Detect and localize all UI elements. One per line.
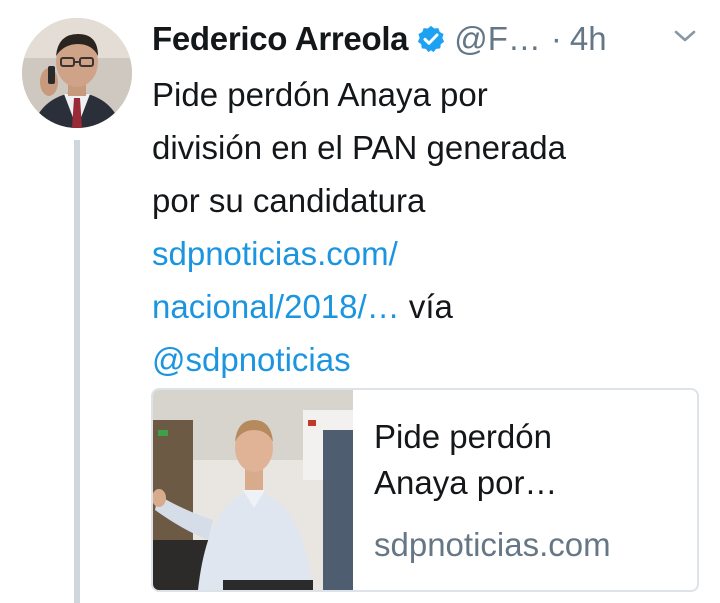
author-handle[interactable]: @F… [454, 20, 541, 58]
tweet-timestamp[interactable]: 4h [570, 20, 607, 58]
tweet[interactable]: Federico Arreola @F… · 4h Pide perdón An… [0, 0, 720, 603]
tweet-link[interactable]: sdpnoticias.com/ [152, 227, 692, 280]
card-title-line: Anaya por… [374, 464, 558, 501]
verified-badge-icon [416, 24, 446, 54]
header-separator: · [550, 20, 562, 57]
avatar-photo [22, 18, 132, 128]
tweet-link[interactable]: nacional/2018/… [152, 288, 400, 325]
tweet-text-line: división en el PAN generada [152, 129, 566, 166]
tweet-text: Pide perdón Anaya por división en el PAN… [152, 68, 692, 386]
card-domain: sdpnoticias.com [374, 526, 611, 563]
card-image [153, 390, 353, 590]
thread-line [74, 140, 80, 603]
mention-link[interactable]: @sdpnoticias [152, 333, 692, 386]
chevron-down-icon[interactable] [672, 26, 698, 46]
tweet-header: Federico Arreola @F… · 4h [152, 14, 607, 64]
tweet-text-line: por su candidatura [152, 182, 426, 219]
tweet-text-line: Pide perdón Anaya por [152, 76, 488, 113]
card-title-line: Pide perdón [374, 418, 552, 455]
author-name[interactable]: Federico Arreola [152, 20, 409, 58]
link-preview-card[interactable]: Pide perdón Anaya por… sdpnoticias.com [151, 388, 699, 592]
avatar[interactable] [22, 18, 132, 128]
via-text: vía [399, 288, 453, 325]
card-title: Pide perdón Anaya por… [374, 414, 684, 506]
